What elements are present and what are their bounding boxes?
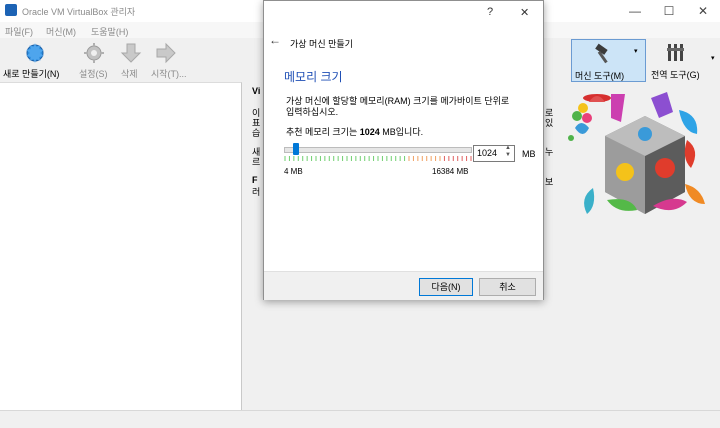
window-title: Oracle VM VirtualBox 관리자 [22, 7, 136, 17]
welcome-text-fragment: 누 [545, 147, 554, 157]
global-tools-icon [667, 44, 684, 61]
virtualbox-mascot-illustration [568, 92, 705, 214]
back-arrow-icon[interactable]: ← [269, 33, 281, 47]
spin-up-icon[interactable]: ▲ [505, 145, 511, 151]
machine-tools-dropdown-icon[interactable]: ▾ [634, 47, 638, 55]
discard-button-label: 삭제 [121, 69, 138, 79]
memory-slider-scale [284, 156, 472, 161]
dialog-header: 가상 머신 만들기 [290, 39, 353, 49]
discard-button[interactable]: 삭제 [117, 38, 145, 82]
welcome-text-fragment: 있 [545, 118, 554, 128]
global-tools-button[interactable]: ▾ 전역 도구(G) [647, 39, 720, 80]
memory-unit-label: MB [522, 149, 536, 159]
new-button[interactable]: 새로 만들기(N) [0, 38, 72, 82]
virtualbox-app-icon [5, 4, 17, 16]
start-button-label: 시작(T)... [151, 69, 187, 79]
start-button[interactable]: 시작(T)... [149, 38, 191, 82]
new-button-label: 새로 만들기(N) [3, 69, 60, 79]
create-vm-dialog: ? ✕ ← 가상 머신 만들기 메모리 크기 가상 머신에 할당할 메모리(RA… [263, 0, 544, 300]
maximize-button[interactable]: ☐ [652, 0, 686, 22]
recommend-suffix: MB입니다. [379, 127, 424, 137]
memory-size-input[interactable]: 1024 ▲ ▼ [473, 145, 515, 162]
settings-button-label: 설정(S) [79, 69, 108, 79]
slider-max-label: 16384 MB [432, 167, 469, 176]
gear-icon [84, 43, 104, 63]
dialog-close-button[interactable]: ✕ [520, 6, 529, 19]
memory-size-value: 1024 [477, 148, 498, 158]
welcome-text-fragment: F [252, 175, 258, 185]
recommend-prefix: 추천 메모리 크기는 [286, 127, 360, 137]
welcome-text-fragment: 르 [252, 157, 261, 167]
machine-tools-label: 머신 도구(M) [575, 71, 625, 81]
recommend-value: 1024 [359, 127, 380, 137]
spin-down-icon[interactable]: ▼ [505, 152, 511, 158]
description-line-2: 입력하십시오. [286, 107, 339, 117]
welcome-text-fragment: 러 [252, 187, 261, 197]
help-button[interactable]: ? [487, 6, 493, 18]
menu-machine[interactable]: 머신(M) [46, 25, 76, 38]
global-tools-label: 전역 도구(G) [651, 70, 700, 80]
cancel-button[interactable]: 취소 [479, 278, 536, 296]
new-vm-icon [26, 43, 44, 63]
next-button[interactable]: 다음(N) [419, 278, 473, 296]
dialog-footer: 다음(N) 취소 [264, 271, 543, 300]
status-bar [0, 410, 720, 428]
vm-list-pane[interactable] [0, 82, 242, 411]
right-arrow-icon [156, 42, 176, 64]
welcome-text-fragment: 보 [545, 177, 554, 187]
menu-file[interactable]: 파일(F) [5, 25, 33, 38]
welcome-heading-fragment: Vi [252, 86, 261, 96]
section-title: 메모리 크기 [284, 70, 343, 84]
settings-button[interactable]: 설정(S) [76, 38, 114, 82]
global-tools-dropdown-icon[interactable]: ▾ [711, 54, 715, 62]
close-button[interactable]: ✕ [686, 0, 720, 22]
minimize-button[interactable]: — [618, 0, 652, 22]
welcome-text-fragment: 습 [252, 128, 261, 138]
down-arrow-icon [120, 43, 142, 63]
slider-min-label: 4 MB [284, 167, 303, 176]
recommended-memory-text: 추천 메모리 크기는 1024 MB입니다. [286, 125, 423, 138]
memory-slider-thumb[interactable] [292, 143, 299, 155]
menu-help[interactable]: 도움말(H) [91, 25, 128, 38]
machine-tools-button[interactable]: ▾ 머신 도구(M) [571, 39, 646, 82]
memory-slider-track[interactable] [284, 147, 472, 153]
hammer-icon [595, 43, 608, 64]
